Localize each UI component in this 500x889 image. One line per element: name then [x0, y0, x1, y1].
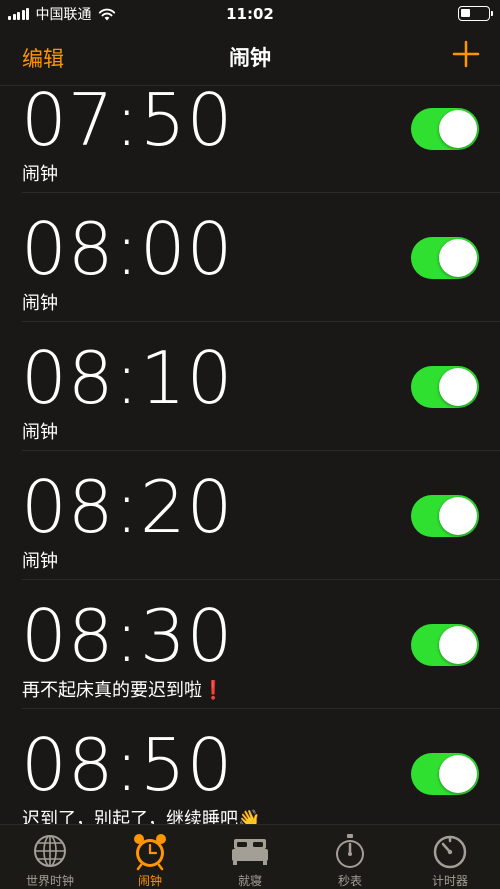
- tab-label: 就寝: [237, 874, 262, 888]
- status-time: 11:02: [226, 5, 274, 23]
- timer-icon: [433, 835, 467, 869]
- battery-level: [461, 9, 470, 17]
- toggle-knob: [439, 110, 477, 148]
- tab-label: 闹钟: [137, 874, 162, 888]
- alarm-label: 再不起床真的要迟到啦❗: [22, 680, 225, 701]
- alarm-toggle[interactable]: [411, 108, 479, 150]
- alarm-row[interactable]: 08:20 闹钟: [0, 451, 500, 580]
- status-bar: 中国联通 11:02: [0, 0, 500, 30]
- alarm-toggle[interactable]: [411, 753, 479, 795]
- alarm-label: 闹钟: [22, 164, 58, 185]
- alarm-time: 08:50: [21, 723, 234, 807]
- tab-label: 世界时钟: [25, 874, 74, 888]
- edit-button[interactable]: 编辑: [22, 43, 64, 73]
- alarm-label: 闹钟: [22, 422, 58, 443]
- battery-icon: [458, 6, 493, 21]
- navigation-bar: 编辑 闹钟: [0, 30, 500, 86]
- tab-timer[interactable]: 计时器: [400, 825, 500, 889]
- bed-icon: [232, 839, 268, 865]
- alarm-toggle[interactable]: [411, 624, 479, 666]
- alarm-row[interactable]: 07:50 闹钟: [0, 86, 500, 193]
- alarm-label: 迟到了，别起了，继续睡吧👋: [22, 809, 261, 824]
- alarm-list[interactable]: 07:50 闹钟 08:00 闹钟 08:10 闹钟 08:20 闹钟 08:3…: [0, 86, 500, 824]
- alarm-time: 08:20: [21, 465, 234, 549]
- tab-bedtime[interactable]: 就寝: [200, 825, 300, 889]
- tab-stopwatch[interactable]: 秒表: [300, 825, 400, 889]
- alarm-row[interactable]: 08:30 再不起床真的要迟到啦❗: [0, 580, 500, 709]
- alarm-clock-icon: [134, 834, 166, 871]
- alarm-row[interactable]: 08:50 迟到了，别起了，继续睡吧👋: [0, 709, 500, 824]
- toggle-knob: [439, 368, 477, 406]
- stopwatch-icon: [336, 834, 364, 868]
- tab-alarm[interactable]: 闹钟: [100, 825, 200, 889]
- alarm-row[interactable]: 08:00 闹钟: [0, 193, 500, 322]
- tab-label: 秒表: [337, 874, 362, 888]
- alarm-label: 闹钟: [22, 293, 58, 314]
- globe-icon: [34, 835, 66, 867]
- alarm-toggle[interactable]: [411, 495, 479, 537]
- alarm-toggle[interactable]: [411, 237, 479, 279]
- toggle-knob: [439, 626, 477, 664]
- tab-label: 计时器: [431, 874, 468, 888]
- alarm-time: 08:30: [21, 594, 234, 678]
- toggle-knob: [439, 755, 477, 793]
- tab-bar: 世界时钟 闹钟 就寝 秒表 计时器: [0, 824, 500, 889]
- tab-world-clock[interactable]: 世界时钟: [0, 825, 100, 889]
- alarm-toggle[interactable]: [411, 366, 479, 408]
- plus-icon[interactable]: [452, 40, 480, 68]
- alarm-label: 闹钟: [22, 551, 58, 572]
- alarm-row[interactable]: 08:10 闹钟: [0, 322, 500, 451]
- page-title: 闹钟: [229, 46, 271, 70]
- toggle-knob: [439, 497, 477, 535]
- alarm-time: 08:10: [21, 336, 234, 420]
- toggle-knob: [439, 239, 477, 277]
- alarm-time: 08:00: [21, 207, 234, 291]
- alarm-time: 07:50: [21, 86, 234, 162]
